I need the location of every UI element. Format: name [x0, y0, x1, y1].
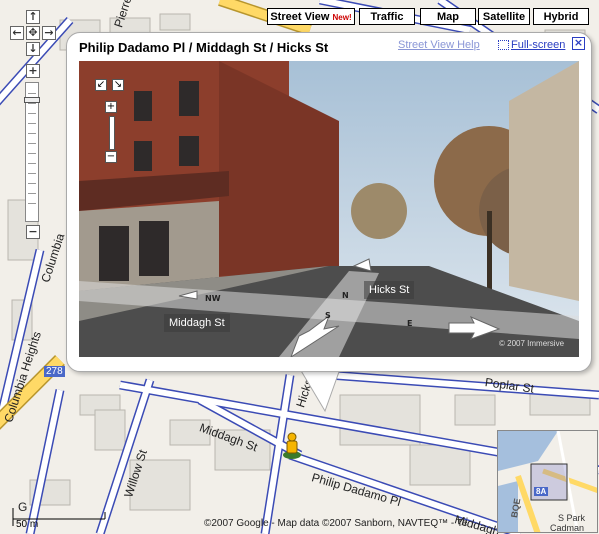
info-window: Philip Dadamo Pl / Middagh St / Hicks St…	[66, 32, 592, 372]
direction-nw: NW	[205, 294, 221, 303]
street-view-button[interactable]: Street View New!	[267, 8, 355, 25]
map-button[interactable]: Map	[420, 8, 476, 25]
new-badge: New!	[332, 13, 352, 22]
pan-up-icon[interactable]: ↑	[26, 10, 40, 24]
info-window-title: Philip Dadamo Pl / Middagh St / Hicks St	[79, 40, 329, 55]
pan-right-icon[interactable]: →	[42, 26, 56, 40]
middagh-st-label[interactable]: Middagh St	[164, 314, 230, 332]
pan-reset-icon[interactable]: ✥	[26, 26, 40, 40]
street-view-help-link[interactable]: Street View Help	[398, 39, 480, 51]
sv-zoom-out-icon[interactable]: −	[105, 151, 117, 163]
hicks-st-label[interactable]: Hicks St	[364, 281, 415, 299]
overview-map[interactable]: BQE S Park Cadman 8A	[497, 430, 598, 533]
sv-zoom-in-icon[interactable]: +	[105, 101, 117, 113]
sv-zoom-slider[interactable]	[109, 116, 115, 150]
overview-label-cadman: Cadman	[550, 523, 585, 533]
street-view-label: Street View	[270, 11, 330, 23]
traffic-button[interactable]: Traffic	[359, 8, 415, 25]
overview-label-park: S Park	[558, 513, 586, 523]
close-icon[interactable]: ×	[572, 37, 585, 50]
pan-left-icon[interactable]: ←	[10, 26, 24, 40]
pan-right-icon[interactable]: ↘	[112, 79, 124, 91]
hybrid-button[interactable]: Hybrid	[533, 8, 589, 25]
zoom-thumb[interactable]	[24, 97, 40, 103]
zoom-in-icon[interactable]: +	[26, 64, 40, 78]
pan-left-icon[interactable]: ↙	[95, 79, 107, 91]
info-window-tail	[300, 369, 340, 413]
direction-s: S	[325, 311, 331, 320]
satellite-button[interactable]: Satellite	[478, 8, 530, 25]
panorama-watermark: © 2007 Immersive	[499, 339, 565, 348]
copyright-text: ©2007 Google - Map data ©2007 Sanborn, N…	[204, 518, 468, 529]
scale-bar: 50 m	[12, 508, 107, 533]
pan-down-icon[interactable]: ↓	[26, 42, 40, 56]
route-shield: 278	[44, 366, 65, 377]
fullscreen-link[interactable]: Full-screen	[511, 39, 565, 51]
direction-n: N	[342, 291, 349, 300]
scale-label: 50 m	[16, 519, 39, 530]
zoom-out-icon[interactable]: −	[26, 225, 40, 239]
direction-e: E	[407, 319, 413, 328]
zoom-slider[interactable]	[24, 82, 40, 222]
overview-route-shield: 8A	[534, 487, 549, 496]
fullscreen-icon[interactable]	[498, 40, 509, 50]
street-view-panorama[interactable]: ↙ ↘ + − Hicks St Middagh St NW N S E © 2…	[79, 61, 579, 357]
